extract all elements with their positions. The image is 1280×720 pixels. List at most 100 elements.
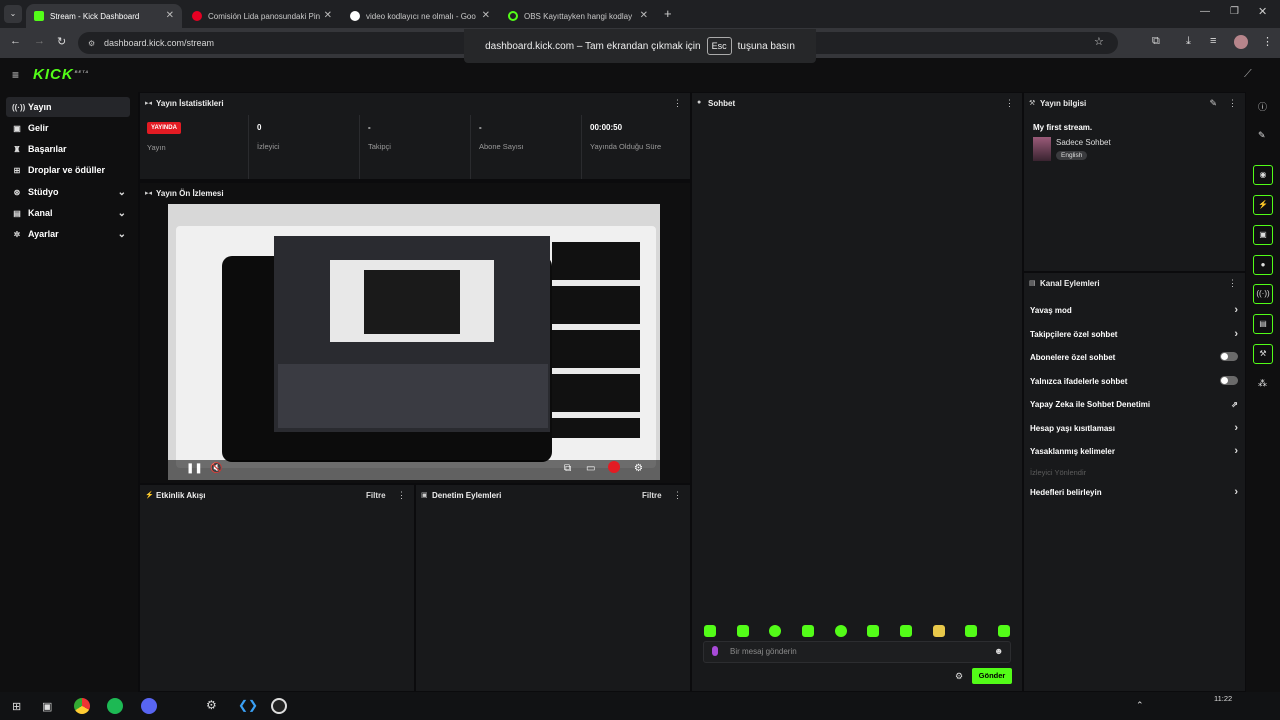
panel-title: Yayın İstatistikleri — [156, 99, 224, 108]
emote-icon[interactable] — [737, 625, 749, 637]
discord-taskbar-icon[interactable] — [141, 698, 157, 714]
mute-icon[interactable]: 🔇 — [210, 463, 222, 474]
picture-in-picture-icon[interactable]: ⧉ — [564, 463, 571, 474]
hamburger-menu-icon[interactable]: ≡ — [12, 68, 19, 82]
chat-message-input[interactable]: Bir mesaj gönderin — [703, 641, 1011, 663]
edit-pencil-icon[interactable]: ✎ — [1209, 98, 1217, 109]
action-set-goals[interactable]: Hedefleri belirleyin › — [1030, 486, 1242, 498]
close-tab-icon[interactable]: ✕ — [640, 10, 648, 21]
send-button[interactable]: Gönder — [972, 668, 1012, 684]
emote-only-toggle[interactable] — [1220, 376, 1238, 385]
tray-clock[interactable]: 11:22 — [1214, 694, 1232, 703]
more-options-icon[interactable]: ⋮ — [673, 98, 682, 109]
pause-icon[interactable]: ❚❚ — [186, 463, 203, 474]
microphone-icon[interactable] — [712, 646, 718, 656]
stream-preview-video[interactable]: ❚❚ 🔇 ⧉ ▭ ⚙ — [168, 204, 660, 480]
reading-list-icon[interactable]: ≡ — [1210, 35, 1216, 47]
wallet-icon: ▣ — [13, 123, 21, 133]
pinterest-favicon-icon — [192, 11, 202, 21]
emote-icon[interactable] — [933, 625, 945, 637]
back-icon[interactable]: ← — [10, 35, 21, 47]
sidebar-item-studyo[interactable]: ⊛ Stüdyo ⌄ — [6, 182, 130, 202]
download-icon[interactable]: ⤓ — [1186, 35, 1191, 48]
action-account-age[interactable]: Hesap yaşı kısıtlaması › — [1030, 422, 1242, 434]
rail-bolt-icon[interactable]: ⚡ — [1253, 195, 1273, 215]
tab-search-button[interactable]: ⌄ — [4, 5, 22, 23]
forward-icon[interactable]: → — [34, 35, 45, 47]
rail-shield-icon[interactable]: ▣ — [1253, 225, 1273, 245]
rail-broadcast-icon[interactable]: ((·)) — [1253, 284, 1273, 304]
kick-logo[interactable]: KICKBETA — [33, 66, 89, 83]
subscribers-only-toggle[interactable] — [1220, 352, 1238, 361]
sidebar-item-basarilar[interactable]: ♜ Başarılar — [6, 139, 130, 159]
close-tab-icon[interactable]: ✕ — [166, 10, 174, 21]
site-info-icon[interactable]: ⚙ — [88, 39, 95, 48]
rail-channel-icon[interactable]: ▤ — [1253, 314, 1273, 334]
emoji-icon[interactable]: ☻ — [994, 646, 1003, 656]
emote-icon[interactable] — [965, 625, 977, 637]
header-pen-icon[interactable]: ⟋ — [1244, 68, 1252, 81]
emote-icon[interactable] — [900, 625, 912, 637]
emote-icon[interactable] — [867, 625, 879, 637]
emote-icon[interactable] — [802, 625, 814, 637]
tab-obs-search[interactable]: OBS Kayıttayken hangi kodlay ✕ — [500, 4, 656, 28]
theater-mode-icon[interactable]: ▭ — [586, 463, 595, 474]
chevron-right-icon: › — [1234, 328, 1238, 340]
bookmark-star-icon[interactable]: ☆ — [1094, 35, 1104, 48]
profile-avatar[interactable] — [1234, 35, 1248, 49]
emote-icon[interactable] — [998, 625, 1010, 637]
tray-chevron-icon[interactable]: ⌃ — [1136, 700, 1144, 711]
spotify-taskbar-icon[interactable] — [107, 698, 123, 714]
rail-wrench-icon[interactable]: ⚒ — [1253, 344, 1273, 364]
record-button-icon[interactable] — [608, 461, 620, 473]
more-options-icon[interactable]: ⋮ — [1228, 98, 1237, 109]
more-options-icon[interactable]: ⋮ — [1228, 278, 1237, 289]
sidebar-item-ayarlar[interactable]: ✲ Ayarlar ⌄ — [6, 224, 130, 244]
task-view-icon[interactable]: ▣ — [42, 700, 52, 713]
sidebar-item-kanal[interactable]: ▤ Kanal ⌄ — [6, 203, 130, 223]
minimize-icon[interactable]: — — [1200, 6, 1210, 17]
emote-icon[interactable] — [769, 625, 781, 637]
restore-icon[interactable]: ❐ — [1230, 6, 1239, 17]
chat-bubble-icon: ● — [697, 99, 702, 106]
action-banned-words[interactable]: Yasaklanmış kelimeler › — [1030, 445, 1242, 457]
rail-chat-icon[interactable]: ● — [1253, 255, 1273, 275]
tab-google-search[interactable]: video kodlayıcı ne olmalı - Goo ✕ — [342, 4, 498, 28]
obs-taskbar-icon[interactable] — [271, 698, 287, 714]
action-slow-mode[interactable]: Yavaş mod › — [1030, 304, 1242, 316]
share-icon[interactable]: ⁂ — [1258, 378, 1267, 389]
close-tab-icon[interactable]: ✕ — [324, 10, 332, 21]
panel-title: Etkinlik Akışı — [156, 491, 206, 500]
close-tab-icon[interactable]: ✕ — [482, 10, 490, 21]
settings-taskbar-icon[interactable]: ⚙ — [206, 698, 217, 712]
stat-divider — [359, 115, 360, 179]
browser-menu-icon[interactable]: ⋮ — [1262, 35, 1273, 48]
info-icon[interactable]: ⓘ — [1258, 100, 1267, 113]
extensions-icon[interactable]: ⧉ — [1152, 35, 1160, 48]
more-options-icon[interactable]: ⋮ — [1005, 98, 1014, 109]
tab-pinterest[interactable]: Comisión Lida panosundaki Pin ✕ — [184, 4, 340, 28]
channel-icon: ▤ — [13, 208, 21, 218]
settings-gear-icon[interactable]: ⚙ — [634, 463, 643, 474]
chrome-taskbar-icon[interactable] — [74, 698, 90, 714]
new-tab-icon[interactable]: + — [664, 6, 672, 21]
activity-filter-button[interactable]: Filtre — [366, 491, 386, 500]
close-window-icon[interactable]: ✕ — [1258, 5, 1267, 18]
more-options-icon[interactable]: ⋮ — [397, 490, 406, 501]
moderation-filter-button[interactable]: Filtre — [642, 491, 662, 500]
action-followers-only-chat[interactable]: Takipçilere özel sohbet › — [1030, 328, 1242, 340]
rail-stream-icon[interactable]: ◉ — [1253, 165, 1273, 185]
sidebar-item-yayin[interactable]: ((·)) Yayın — [6, 97, 130, 117]
tab-kick-dashboard[interactable]: Stream - Kick Dashboard ✕ — [26, 4, 182, 28]
windows-start-icon[interactable]: ⊞ — [12, 700, 21, 713]
more-options-icon[interactable]: ⋮ — [673, 490, 682, 501]
vscode-taskbar-icon[interactable]: ❮❯ — [238, 698, 258, 712]
sidebar-item-gelir[interactable]: ▣ Gelir — [6, 118, 130, 138]
sidebar-item-droplar[interactable]: ⊞ Droplar ve ödüller — [6, 160, 130, 180]
emote-icon[interactable] — [704, 625, 716, 637]
reload-icon[interactable]: ↻ — [57, 35, 66, 48]
action-ai-moderation[interactable]: Yapay Zeka ile Sohbet Denetimi ⇗ — [1030, 400, 1242, 409]
chat-settings-gear-icon[interactable]: ⚙ — [955, 671, 963, 682]
emote-icon[interactable] — [835, 625, 847, 637]
edit-rail-icon[interactable]: ✎ — [1258, 130, 1266, 141]
